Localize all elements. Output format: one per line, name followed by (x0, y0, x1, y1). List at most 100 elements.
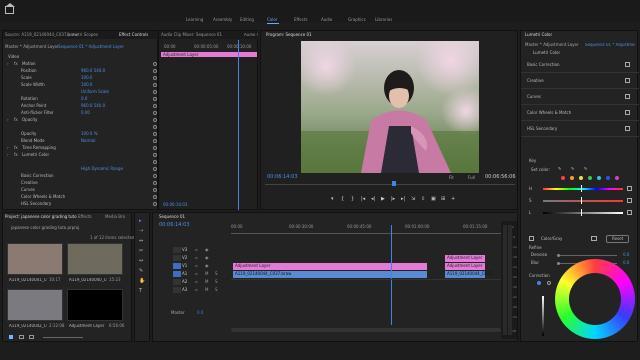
lumetri-section[interactable]: HSL Secondary (527, 127, 557, 131)
eye-icon[interactable]: ◉ (205, 256, 209, 260)
luma-slider[interactable] (542, 296, 544, 336)
sequence-timecode[interactable]: 00:06:14:03 (159, 223, 190, 228)
sync-icon[interactable]: S (215, 272, 218, 276)
lock-icon[interactable]: ▫ (195, 264, 198, 268)
timeline-clip-video[interactable]: A119_02140044_C037.braw (233, 271, 427, 278)
ripple-edit-icon[interactable]: ⇔ (139, 239, 143, 244)
step-back-icon[interactable]: ◂| (371, 197, 375, 202)
refine-slider[interactable] (557, 255, 617, 256)
project-item-name[interactable]: A119_02140041_C034... (9, 278, 47, 282)
insert-icon[interactable]: ⇲ (411, 197, 415, 202)
reset-param-icon[interactable] (153, 181, 157, 185)
workspace-libraries[interactable]: Libraries (375, 18, 392, 22)
ec-row-value[interactable]: 100.0 (81, 83, 92, 87)
ec-row-value[interactable]: Uniform Scale (81, 90, 109, 94)
swatch-3[interactable] (588, 176, 592, 180)
project-tab[interactable]: Project: japanese color grading tuto (5, 215, 77, 219)
ec-bottom-timecode[interactable]: 00:06:14:03 (163, 203, 187, 207)
lock-icon[interactable]: ▫ (195, 272, 198, 276)
hsl-range-handle[interactable] (581, 197, 582, 204)
color-gray-dropdown[interactable]: Color/Gray (541, 237, 562, 241)
play-icon[interactable]: ▶ (381, 197, 385, 202)
project-thumbnail[interactable] (7, 243, 63, 275)
razor-icon[interactable]: ✂ (139, 249, 143, 254)
reset-param-icon[interactable] (153, 118, 157, 122)
track-target[interactable] (173, 263, 181, 269)
lumetri-section[interactable]: Curves (527, 95, 541, 99)
lumetri-title[interactable]: Lumetri Color (525, 33, 552, 37)
timeline-clip-video-2[interactable]: A119_02140044_C037 (445, 271, 492, 278)
quality-dropdown[interactable]: Full (468, 176, 475, 180)
zoom-slider[interactable] (43, 337, 83, 338)
reset-param-icon[interactable] (153, 167, 157, 171)
track-target[interactable] (173, 287, 181, 293)
swatch-2[interactable] (579, 176, 583, 180)
ec-row-value[interactable]: 0.0 (81, 97, 87, 101)
eye-icon[interactable]: M (205, 280, 208, 284)
workspace-learning[interactable]: Learning (186, 18, 203, 22)
in-point-icon[interactable]: { (341, 197, 344, 202)
refine-knob[interactable] (557, 262, 560, 265)
reset-param-icon[interactable] (153, 83, 157, 87)
track-target[interactable] (173, 255, 181, 261)
scopes-tab[interactable]: Lumetri Scopes (67, 33, 98, 37)
ec-clip-bar[interactable]: Adjustment Layer (161, 52, 257, 57)
eyedropper-add-icon[interactable]: ✎ (571, 167, 574, 171)
color-wheel[interactable] (555, 259, 635, 339)
section-enable-checkbox[interactable] (625, 110, 630, 115)
write-lock-icon[interactable] (9, 335, 13, 339)
go-to-out-icon[interactable]: ▸| (401, 197, 405, 202)
reset-param-icon[interactable] (153, 146, 157, 150)
program-scrubber[interactable] (265, 184, 515, 185)
track-select-icon[interactable]: ⇢ (139, 229, 143, 234)
fit-dropdown[interactable]: Fit (449, 176, 454, 180)
timeline-clip-adjustment[interactable]: Adjustment Layer (233, 263, 427, 270)
disclosure-triangle-icon[interactable]: › (7, 153, 9, 157)
hand-icon[interactable]: ✋ (139, 279, 145, 284)
workspace-graphics[interactable]: Graphics (348, 18, 366, 22)
reset-param-icon[interactable] (153, 153, 157, 157)
lumetri-section[interactable]: Creative (527, 79, 544, 83)
timeline-scrollbar[interactable] (231, 328, 501, 332)
hsl-range-handle[interactable] (581, 209, 582, 216)
ec-row-value[interactable]: Normal (81, 139, 95, 143)
reset-param-icon[interactable] (153, 139, 157, 143)
reset-param-icon[interactable] (153, 97, 157, 101)
invert-mask-icon[interactable] (591, 236, 597, 241)
timeline-playhead[interactable] (391, 225, 392, 325)
ec-row-value[interactable]: 100.0 % (81, 132, 98, 136)
lumetri-master[interactable]: Master * Adjustment Layer (525, 43, 579, 47)
media-browser-tab[interactable]: Media Bro (105, 215, 125, 219)
master-clip-label[interactable]: Master * Adjustment Layer (5, 45, 59, 49)
sync-icon[interactable]: S (215, 280, 218, 284)
project-item-name[interactable]: Adjustment Layer (69, 324, 107, 328)
eye-icon[interactable]: M (205, 288, 208, 292)
hsl-range-handle[interactable] (581, 185, 582, 192)
home-icon[interactable] (5, 6, 14, 14)
list-view-icon[interactable] (19, 335, 24, 339)
color-gray-checkbox[interactable] (529, 236, 534, 241)
ec-playhead[interactable] (238, 40, 239, 210)
ec-row-value[interactable]: High Dynamic Range (81, 167, 123, 171)
overwrite-icon[interactable]: ⇳ (421, 197, 425, 202)
track-target[interactable] (173, 279, 181, 285)
lock-icon[interactable]: ▫ (195, 256, 198, 260)
hsl-checkbox[interactable] (627, 198, 632, 203)
reset-param-icon[interactable] (153, 111, 157, 115)
track-target[interactable] (173, 247, 181, 253)
swatch-5[interactable] (606, 176, 610, 180)
audio-track-tab[interactable]: Audio Track Mixe (244, 33, 258, 37)
reset-param-icon[interactable] (153, 104, 157, 108)
project-item-name[interactable]: A119_02140040_C038... (69, 278, 107, 282)
swatch-0[interactable] (561, 176, 565, 180)
swatch-4[interactable] (597, 176, 601, 180)
disclosure-triangle-icon[interactable]: › (7, 62, 9, 66)
icon-view-icon[interactable] (29, 335, 34, 339)
slip-icon[interactable]: ↔ (139, 259, 143, 264)
project-thumbnail[interactable] (67, 243, 123, 275)
eye-icon[interactable]: M (205, 272, 208, 276)
workspace-audio[interactable]: Audio (321, 18, 332, 22)
hsl-range-bar[interactable] (543, 200, 623, 202)
workspace-effects[interactable]: Effects (294, 18, 308, 22)
hsl-range-bar[interactable] (543, 188, 623, 190)
